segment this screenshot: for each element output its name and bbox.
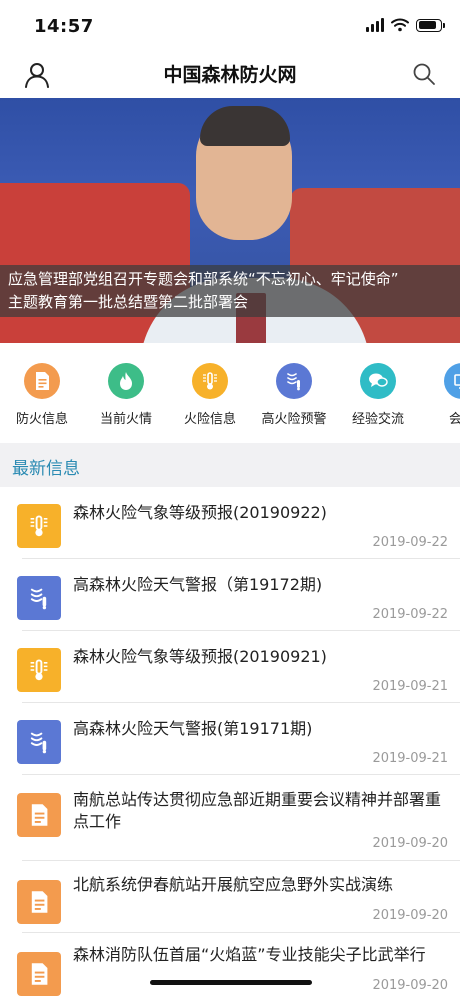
status-icons [366, 18, 445, 32]
document-icon [36, 372, 49, 390]
list-item-date: 2019-09-20 [372, 978, 448, 993]
quick-nav-fire-info[interactable]: 防火信息 [0, 363, 84, 427]
quick-nav-icon-circle [360, 363, 396, 399]
list-item-title: 南航总站传达贯彻应急部近期重要会议精神并部署重点工作 [73, 790, 442, 831]
quick-nav-fire-risk[interactable]: 火险信息 [168, 363, 252, 427]
wind-warning-icon [17, 576, 61, 620]
quick-nav-label: 火险信息 [183, 412, 236, 427]
list-item[interactable]: 高森林火险天气警报（第19172期) 2019-09-22 [0, 559, 460, 631]
quick-nav-high-risk-warning[interactable]: 高火险预警 [252, 363, 336, 427]
list-item-date: 2019-09-22 [372, 535, 448, 550]
list-item-date: 2019-09-20 [372, 836, 448, 851]
battery-icon [416, 18, 445, 32]
quick-nav-icon-circle [276, 363, 312, 399]
section-header: 最新信息 [0, 443, 460, 487]
list-item-date: 2019-09-21 [372, 679, 448, 694]
quick-nav-current-fire[interactable]: 当前火情 [84, 363, 168, 427]
quick-nav-label: 防火信息 [15, 412, 68, 427]
list-item-title: 森林消防队伍首届“火焰蓝”专业技能尖子比武举行 [73, 945, 426, 964]
quick-nav-meeting[interactable]: 会议 [420, 363, 460, 427]
quick-nav-label: 当前火情 [99, 412, 152, 427]
page-title: 中国森林防火网 [163, 64, 297, 86]
quick-nav-label: 经验交流 [351, 412, 404, 427]
list-item-title: 森林火险气象等级预报(20190922) [73, 503, 327, 522]
quick-nav-icon-circle [108, 363, 144, 399]
document-icon [17, 952, 61, 996]
list-item[interactable]: 森林火险气象等级预报(20190921) 2019-09-21 [0, 631, 460, 703]
list-item[interactable]: 南航总站传达贯彻应急部近期重要会议精神并部署重点工作 2019-09-20 [0, 775, 460, 861]
list-item[interactable]: 北航系统伊春航站开展航空应急野外实战演练 2019-09-20 [0, 861, 460, 933]
banner-caption[interactable]: 应急管理部党组召开专题会和部系统“不忘初心、牢记使命” 主题教育第一批总结暨第二… [0, 265, 460, 317]
quick-nav: 防火信息 当前火情 火险信息 高火险预警 经验交流 会 [0, 343, 460, 443]
document-icon [17, 880, 61, 924]
search-icon[interactable] [412, 62, 436, 86]
quick-nav-icon-circle [192, 363, 228, 399]
thermometer-icon [17, 504, 61, 548]
wifi-icon [391, 18, 409, 32]
wind-warning-icon [17, 720, 61, 764]
list-item[interactable]: 森林火险气象等级预报(20190922) 2019-09-22 [0, 487, 460, 559]
section-title: 最新信息 [12, 459, 80, 479]
quick-nav-label: 高火险预警 [261, 412, 327, 427]
home-indicator[interactable] [150, 980, 312, 985]
status-bar: 14:57 [0, 0, 460, 50]
list-item-date: 2019-09-22 [372, 607, 448, 622]
list-item-title: 北航系统伊春航站开展航空应急野外实战演练 [73, 875, 394, 894]
banner-caption-line: 应急管理部党组召开专题会和部系统“不忘初心、牢记使命” [8, 270, 399, 288]
quick-nav-icon-circle [444, 363, 460, 399]
quick-nav-experience[interactable]: 经验交流 [336, 363, 420, 427]
thermometer-icon [203, 372, 217, 390]
list-item-date: 2019-09-21 [372, 751, 448, 766]
list-item-title: 高森林火险天气警报（第19172期) [73, 575, 323, 594]
list-item-title: 森林火险气象等级预报(20190921) [73, 647, 327, 666]
thermometer-icon [17, 648, 61, 692]
document-icon [17, 793, 61, 837]
flame-icon [120, 372, 132, 390]
status-time: 14:57 [34, 16, 94, 37]
list-item[interactable]: 森林消防队伍首届“火焰蓝”专业技能尖子比武举行 2019-09-20 [0, 933, 460, 996]
meeting-icon [454, 374, 460, 389]
signal-icon [366, 18, 384, 32]
news-banner[interactable]: 应急管理部党组召开专题会和部系统“不忘初心、牢记使命” 主题教育第一批总结暨第二… [0, 98, 460, 343]
banner-caption-line: 主题教育第一批总结暨第二批部署会 [8, 293, 249, 311]
banner-photo-hair [200, 106, 290, 146]
wind-warning-icon [287, 373, 300, 391]
list-item[interactable]: 高森林火险天气警报(第19171期) 2019-09-21 [0, 703, 460, 775]
nav-bar: 中国森林防火网 [0, 50, 460, 98]
quick-nav-icon-circle [24, 363, 60, 399]
list-item-date: 2019-09-20 [372, 908, 448, 923]
list-item-title: 高森林火险天气警报(第19171期) [73, 719, 313, 738]
chat-icon [369, 373, 388, 387]
quick-nav-label: 会议 [448, 412, 460, 427]
